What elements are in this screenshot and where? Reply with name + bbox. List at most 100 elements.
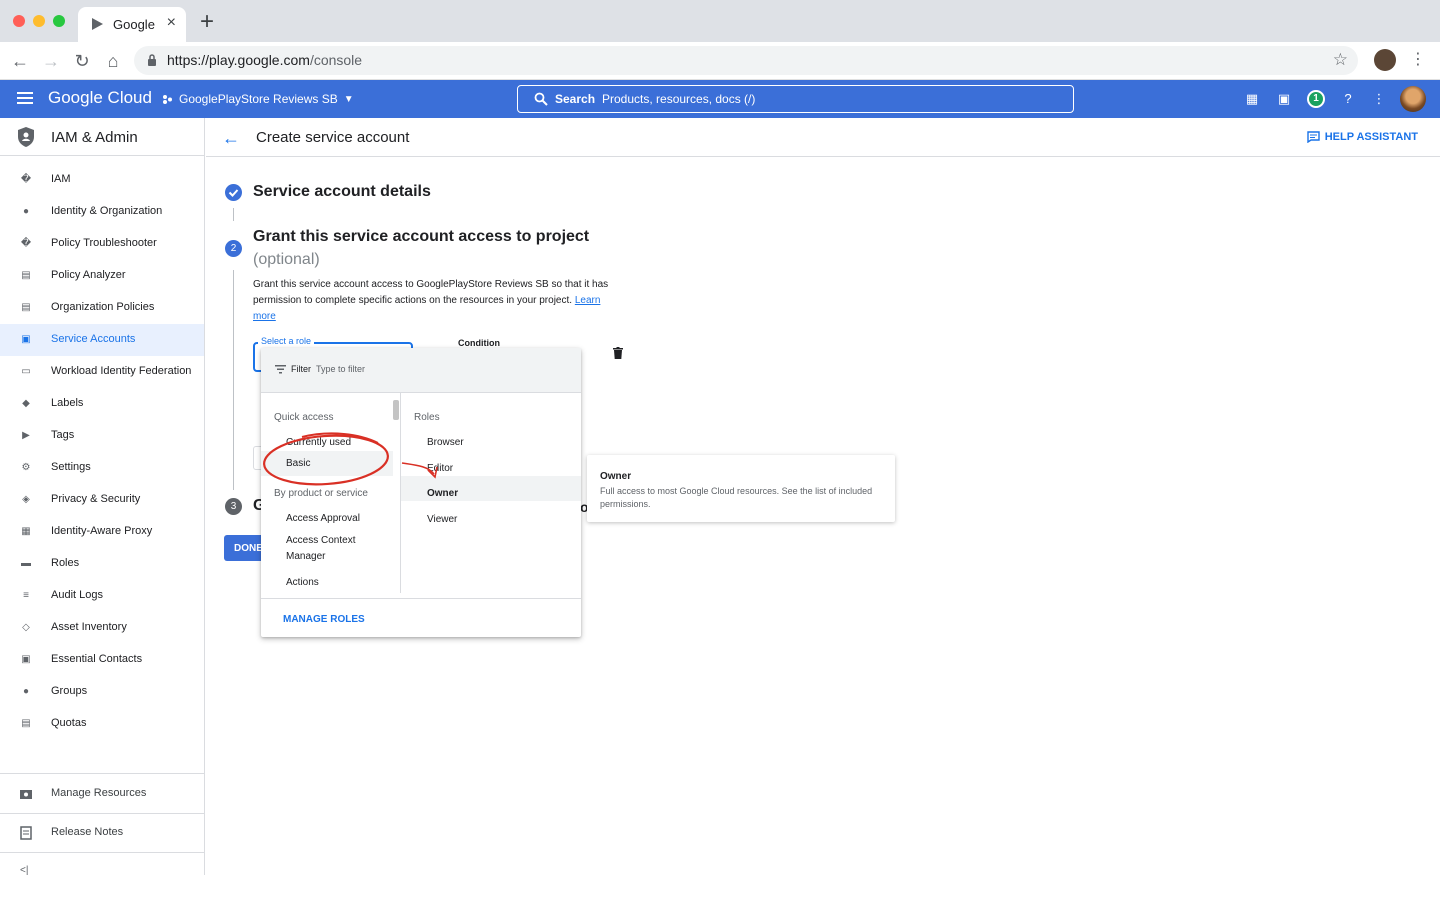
close-window-button[interactable] xyxy=(13,15,25,27)
sidebar-item-label: Groups xyxy=(51,685,88,697)
sidebar-item-audit-logs[interactable]: ≡ Audit Logs xyxy=(0,580,204,612)
add-person-icon: � xyxy=(20,174,32,185)
sidebar-item-label: Organization Policies xyxy=(51,301,155,313)
role-dropdown: Filter Type to filter Quick access Curre… xyxy=(261,348,581,637)
tag-arrow-icon: ▶ xyxy=(22,430,30,441)
address-bar[interactable]: https://play.google.com/console ☆ xyxy=(134,46,1358,75)
label-icon: ◆ xyxy=(22,398,30,409)
category-currently-used[interactable]: Currently used xyxy=(286,437,351,448)
help-icon[interactable]: ? xyxy=(1340,91,1356,107)
sidebar-item-settings[interactable]: ⚙ Settings xyxy=(0,452,204,484)
category-access-context-manager[interactable]: Access Context Manager xyxy=(286,533,386,565)
sidebar-item-groups[interactable]: ● Groups xyxy=(0,676,204,708)
sidebar-item-policy-analyzer[interactable]: ▤ Policy Analyzer xyxy=(0,260,204,292)
category-list: Quick access Currently used Basic By pro… xyxy=(261,393,401,593)
tooltip-description: Full access to most Google Cloud resourc… xyxy=(600,486,873,509)
new-tab-icon[interactable]: + xyxy=(200,10,214,34)
minimize-window-button[interactable] xyxy=(33,15,45,27)
sidebar-divider xyxy=(0,773,204,774)
sidebar-item-iam[interactable]: � IAM xyxy=(0,164,204,196)
filter-icon xyxy=(275,365,286,374)
sidebar-item-identity-aware-proxy[interactable]: ▦ Identity-Aware Proxy xyxy=(0,516,204,548)
sidebar-item-label: Labels xyxy=(51,397,84,409)
browser-menu-icon[interactable]: ⋮ xyxy=(1410,49,1426,69)
shield-icon xyxy=(18,127,34,147)
back-icon[interactable]: ← xyxy=(9,50,31,72)
home-icon[interactable]: ⌂ xyxy=(102,50,124,72)
project-selector[interactable]: GooglePlayStore Reviews SB ▼ xyxy=(162,92,354,106)
sidebar-item-labels[interactable]: ◆ Labels xyxy=(0,388,204,420)
user-avatar[interactable] xyxy=(1400,86,1426,112)
id-card-icon: ▭ xyxy=(21,366,31,377)
role-tooltip: Owner Full access to most Google Cloud r… xyxy=(587,455,895,522)
google-cloud-logo[interactable]: Google Cloud xyxy=(48,88,152,108)
sidebar-item-roles[interactable]: ▬ Roles xyxy=(0,548,204,580)
sidebar-item-label: Privacy & Security xyxy=(51,493,141,505)
sidebar-item-essential-contacts[interactable]: ▣ Essential Contacts xyxy=(0,644,204,676)
lock-icon xyxy=(148,54,156,66)
collapse-sidebar-icon[interactable]: <| xyxy=(20,865,28,876)
role-owner[interactable]: Owner xyxy=(427,488,458,499)
sidebar-item-identity-organization[interactable]: ● Identity & Organization xyxy=(0,196,204,228)
sidebar-header: IAM & Admin xyxy=(0,118,205,156)
category-access-approval[interactable]: Access Approval xyxy=(286,513,360,524)
forward-icon[interactable]: → xyxy=(40,50,62,72)
browser-tab-bar: Google × + xyxy=(0,0,1440,42)
tab-title: Google xyxy=(113,17,155,32)
notifications-badge[interactable]: 1 xyxy=(1307,90,1325,108)
more-vert-icon[interactable]: ⋮ xyxy=(1371,91,1387,107)
step3-number: 3 xyxy=(225,498,242,515)
gcp-header: Google Cloud GooglePlayStore Reviews SB … xyxy=(0,80,1440,118)
delete-icon[interactable] xyxy=(613,347,623,359)
category-basic[interactable]: Basic xyxy=(261,451,393,476)
sidebar-item-label: Quotas xyxy=(51,717,87,729)
sidebar-item-manage-resources[interactable]: Manage Resources xyxy=(0,778,204,810)
sidebar-item-label: Tags xyxy=(51,429,75,441)
sidebar-item-label: Asset Inventory xyxy=(51,621,127,633)
proxy-icon: ▦ xyxy=(21,526,31,537)
chat-icon xyxy=(1306,131,1320,143)
back-arrow-icon[interactable]: ← xyxy=(222,128,240,149)
sidebar-item-organization-policies[interactable]: ▤ Organization Policies xyxy=(0,292,204,324)
role-browser[interactable]: Browser xyxy=(427,437,464,448)
sidebar-divider xyxy=(0,852,204,853)
sidebar-item-label: Roles xyxy=(51,557,80,569)
search-input[interactable]: Search Products, resources, docs (/) xyxy=(517,85,1074,113)
cloud-shell-icon[interactable]: ▣ xyxy=(1276,91,1292,107)
sidebar-item-quotas[interactable]: ▤ Quotas xyxy=(0,708,204,740)
browser-toolbar: ← → ↻ ⌂ https://play.google.com/console … xyxy=(0,42,1440,80)
browser-profile-avatar[interactable] xyxy=(1374,49,1396,71)
hamburger-menu-icon[interactable] xyxy=(17,92,33,104)
search-placeholder: Products, resources, docs (/) xyxy=(602,92,756,106)
sidebar-item-service-accounts[interactable]: ▣ Service Accounts xyxy=(0,324,204,356)
help-assistant-button[interactable]: HELP ASSISTANT xyxy=(1306,131,1418,143)
browser-tab[interactable]: Google × xyxy=(78,7,186,42)
step1-check-icon xyxy=(225,184,242,201)
sidebar-item-label: Identity & Organization xyxy=(51,205,163,217)
scrollbar[interactable] xyxy=(393,400,399,420)
sidebar-item-tags[interactable]: ▶ Tags xyxy=(0,420,204,452)
category-actions[interactable]: Actions xyxy=(286,577,319,588)
tooltip-title: Owner xyxy=(600,471,632,482)
filter-input[interactable]: Filter Type to filter xyxy=(261,348,581,393)
gift-icon[interactable]: ▦ xyxy=(1244,91,1260,107)
close-tab-icon[interactable]: × xyxy=(167,14,176,32)
bookmark-star-icon[interactable]: ☆ xyxy=(1333,50,1348,70)
step2-title: Grant this service account access to pro… xyxy=(253,228,590,245)
sidebar-item-label: Identity-Aware Proxy xyxy=(51,525,153,537)
search-label: Search xyxy=(555,92,596,106)
step1-title[interactable]: Service account details xyxy=(253,183,431,201)
sidebar-item-workload-identity-federation[interactable]: ▭ Workload Identity Federation xyxy=(0,356,204,388)
quick-access-heading: Quick access xyxy=(274,412,334,423)
sidebar-item-release-notes[interactable]: Release Notes xyxy=(0,817,204,849)
role-editor[interactable]: Editor xyxy=(427,463,453,474)
manage-roles-button[interactable]: MANAGE ROLES xyxy=(283,614,365,625)
maximize-window-button[interactable] xyxy=(53,15,65,27)
sidebar-item-privacy-security[interactable]: ◈ Privacy & Security xyxy=(0,484,204,516)
play-console-icon xyxy=(92,18,103,30)
sidebar-item-asset-inventory[interactable]: ◇ Asset Inventory xyxy=(0,612,204,644)
sidebar-item-policy-troubleshooter[interactable]: � Policy Troubleshooter xyxy=(0,228,204,260)
sidebar-divider xyxy=(0,813,204,814)
role-viewer[interactable]: Viewer xyxy=(427,514,457,525)
reload-icon[interactable]: ↻ xyxy=(71,50,93,72)
